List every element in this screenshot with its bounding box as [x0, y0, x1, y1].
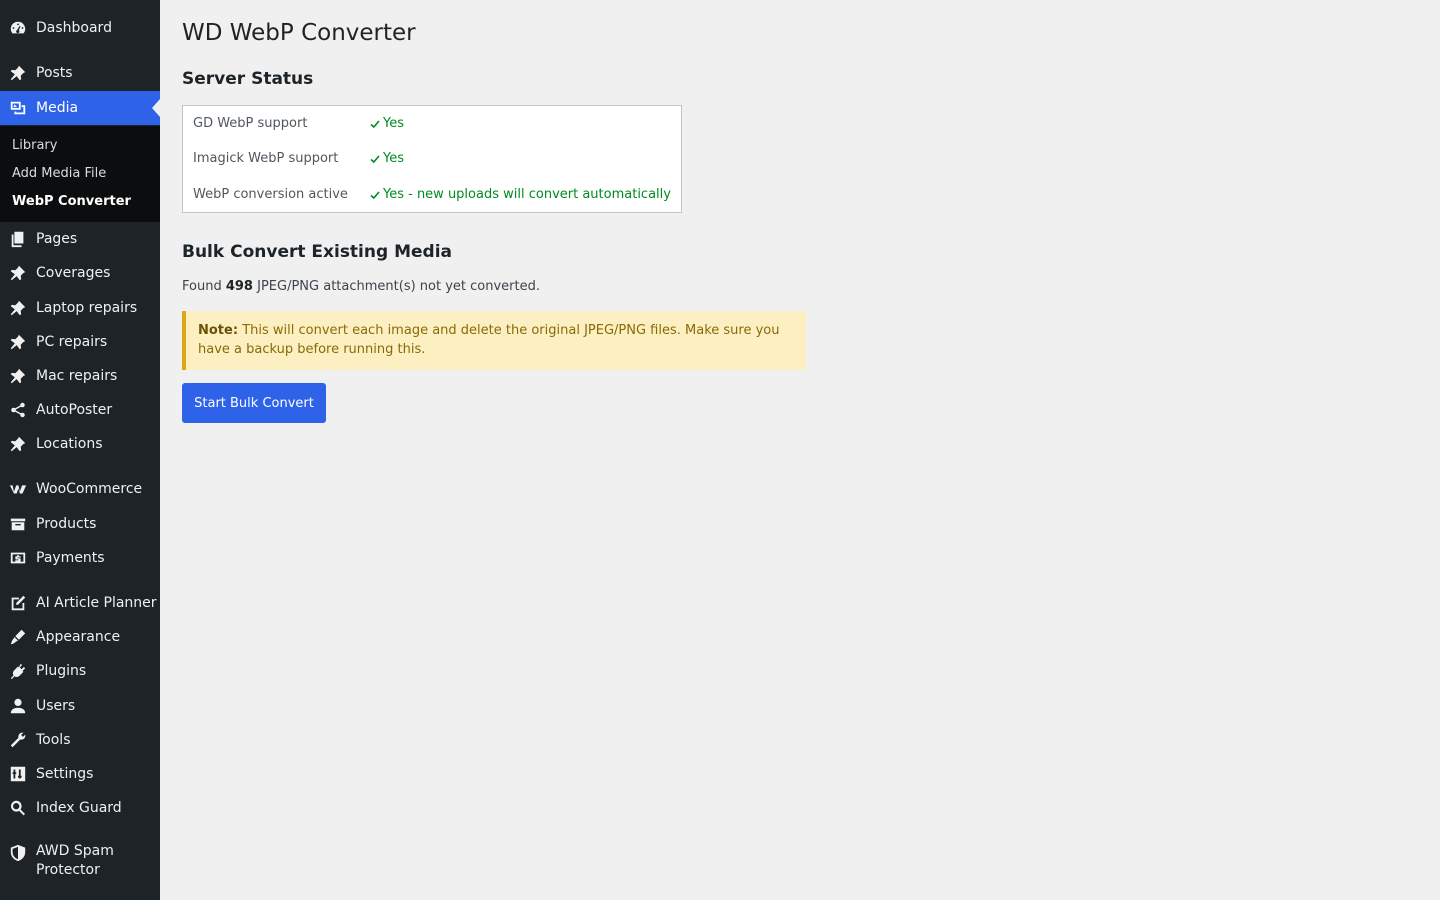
share-icon — [0, 401, 36, 419]
sidebar-item-label: PC repairs — [36, 333, 108, 350]
note-label: Note: — [198, 323, 239, 338]
settings-icon — [0, 765, 36, 783]
server-status-table: GD WebP support Yes Imagick WebP support… — [182, 105, 682, 213]
submenu-item-library[interactable]: Library — [12, 138, 57, 153]
status-value-text: Yes — [383, 116, 404, 131]
archive-icon — [0, 515, 36, 533]
sidebar-item-coverages[interactable]: Coverages — [0, 256, 160, 290]
search-icon — [0, 799, 36, 817]
sidebar-item-appearance[interactable]: Appearance — [0, 620, 160, 654]
sidebar-item-mac-repairs[interactable]: Mac repairs — [0, 359, 160, 393]
sidebar-item-label: Pages — [36, 230, 78, 247]
sidebar-item-label: Coverages — [36, 264, 111, 281]
sidebar-item-label: Media — [36, 99, 79, 116]
sidebar-item-label: Index Guard — [36, 799, 122, 816]
sidebar-item-plugins[interactable]: Plugins — [0, 654, 160, 688]
submenu-item-webp-converter[interactable]: WebP Converter — [12, 194, 131, 209]
sidebar-item-label: Users — [36, 697, 76, 714]
sidebar-item-label: Laptop repairs — [36, 299, 138, 316]
edit-icon — [0, 594, 36, 612]
brush-icon — [0, 628, 36, 646]
found-suffix: JPEG/PNG attachment(s) not yet converted… — [257, 279, 540, 294]
sidebar-item-pc-repairs[interactable]: PC repairs — [0, 325, 160, 359]
status-row-imagick: Imagick WebP support Yes — [193, 151, 673, 166]
check-icon — [370, 118, 382, 130]
pin-icon — [0, 264, 36, 282]
sidebar-item-label: AutoPoster — [36, 401, 113, 418]
sidebar-item-laptop-repairs[interactable]: Laptop repairs — [0, 291, 160, 325]
bulk-convert-heading: Bulk Convert Existing Media — [182, 242, 452, 262]
found-prefix: Found — [182, 279, 222, 294]
sidebar-item-tools[interactable]: Tools — [0, 723, 160, 757]
found-count: 498 — [225, 279, 253, 294]
found-count-text: Found 498 JPEG/PNG attachment(s) not yet… — [182, 279, 540, 294]
submenu-item-add-media-file[interactable]: Add Media File — [12, 166, 106, 181]
sidebar-item-label: Payments — [36, 549, 105, 566]
wrench-icon — [0, 731, 36, 749]
pin-icon — [0, 333, 36, 351]
pages-icon — [0, 230, 36, 248]
check-icon — [370, 153, 382, 165]
dollar-icon — [0, 549, 36, 567]
woocommerce-icon — [0, 480, 36, 498]
sidebar-item-locations[interactable]: Locations — [0, 427, 160, 461]
sidebar-item-label: Settings — [36, 765, 94, 782]
admin-sidebar: Dashboard Posts Media Library Add Media … — [0, 0, 160, 900]
pin-icon — [0, 299, 36, 317]
sidebar-item-index-guard[interactable]: Index Guard — [0, 791, 160, 825]
sidebar-item-label: Dashboard — [36, 19, 112, 36]
media-submenu: Library Add Media File WebP Converter — [0, 126, 160, 222]
media-icon — [0, 99, 36, 117]
status-value-text: Yes - new uploads will convert automatic… — [383, 187, 671, 202]
sidebar-item-products[interactable]: Products — [0, 507, 160, 541]
sidebar-item-label: Mac repairs — [36, 367, 118, 384]
status-label: Imagick WebP support — [193, 151, 339, 166]
server-status-heading: Server Status — [182, 69, 314, 89]
sidebar-item-users[interactable]: Users — [0, 689, 160, 723]
sidebar-item-label: WooCommerce — [36, 480, 143, 497]
status-row-conversion-active: WebP conversion active Yes - new uploads… — [193, 187, 673, 202]
sidebar-item-pages[interactable]: Pages — [0, 222, 160, 256]
sidebar-item-label: Locations — [36, 435, 103, 452]
status-value: Yes — [370, 116, 404, 131]
start-bulk-convert-button[interactable]: Start Bulk Convert — [182, 383, 326, 423]
user-icon — [0, 697, 36, 715]
sidebar-item-posts[interactable]: Posts — [0, 56, 160, 90]
status-value: Yes — [370, 151, 404, 166]
pin-icon — [0, 367, 36, 385]
sidebar-item-media[interactable]: Media — [0, 91, 160, 125]
status-label: WebP conversion active — [193, 187, 348, 202]
sidebar-item-woocommerce[interactable]: WooCommerce — [0, 472, 160, 506]
status-value: Yes - new uploads will convert automatic… — [370, 187, 671, 202]
pin-icon — [0, 435, 36, 453]
sidebar-item-payments[interactable]: Payments — [0, 541, 160, 575]
sidebar-item-dashboard[interactable]: Dashboard — [0, 11, 160, 45]
sidebar-item-settings[interactable]: Settings — [0, 757, 160, 791]
sidebar-item-label: Plugins — [36, 662, 87, 679]
status-row-gd: GD WebP support Yes — [193, 116, 673, 131]
note-text: This will convert each image and delete … — [198, 323, 780, 357]
page-title: WD WebP Converter — [182, 20, 416, 46]
warning-notice: Note: This will convert each image and d… — [182, 311, 806, 370]
sidebar-item-awd-spam-protector[interactable]: AWD Spam Protector — [0, 836, 160, 882]
sidebar-item-label: AWD Spam Protector — [36, 843, 114, 878]
shield-icon — [0, 842, 36, 862]
sidebar-item-label: Posts — [36, 64, 73, 81]
sidebar-item-label: Appearance — [36, 628, 121, 645]
sidebar-item-ai-article-planner[interactable]: AI Article Planner — [0, 586, 160, 620]
status-label: GD WebP support — [193, 116, 308, 131]
sidebar-item-label: AI Article Planner — [36, 594, 157, 611]
status-value-text: Yes — [383, 151, 404, 166]
sidebar-item-label: Tools — [36, 731, 71, 748]
sidebar-item-label: Products — [36, 515, 97, 532]
dashboard-icon — [0, 19, 36, 37]
sidebar-item-autoposter[interactable]: AutoPoster — [0, 393, 160, 427]
plug-icon — [0, 662, 36, 680]
pin-icon — [0, 64, 36, 82]
check-icon — [370, 189, 382, 201]
